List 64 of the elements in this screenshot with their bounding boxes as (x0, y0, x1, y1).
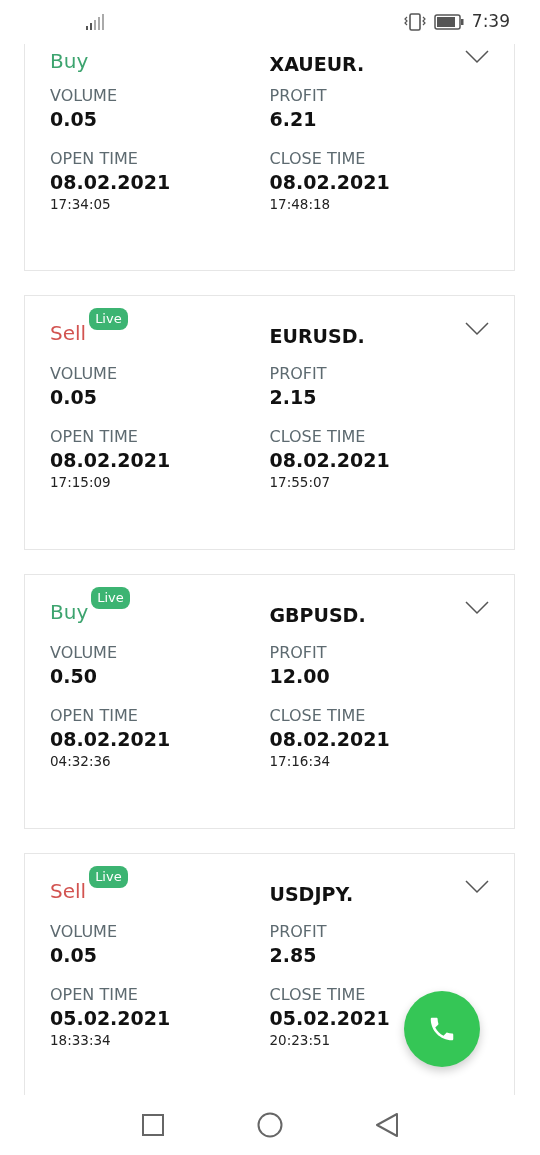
field-label: VOLUME (50, 85, 117, 107)
field-value: 2.15 (269, 386, 317, 409)
chevron-icon[interactable] (465, 601, 489, 615)
field-label: VOLUME (50, 363, 117, 385)
field-label: OPEN TIME (50, 983, 138, 1006)
time-value: 18:33:34 (50, 1030, 111, 1050)
time-value: 17:34:05 (50, 194, 111, 214)
field-label: VOLUME (50, 642, 117, 664)
date-value: 08.02.2021 (269, 170, 390, 194)
field-value: 2.85 (269, 944, 317, 967)
field-value: 0.05 (50, 944, 97, 967)
field-value: 12.00 (269, 665, 330, 688)
field-label: PROFIT (269, 642, 327, 664)
home-icon[interactable] (257, 1112, 283, 1138)
field-value: 0.50 (50, 665, 97, 688)
recent-apps-icon[interactable] (141, 1113, 165, 1137)
date-value: 08.02.2021 (269, 448, 390, 472)
field-label: VOLUME (50, 921, 117, 943)
clock-time: 7:39 (471, 10, 510, 34)
field-label: PROFIT (269, 363, 327, 385)
symbol-name: EURUSD. (269, 324, 365, 349)
symbol-name: USDJPY. (269, 882, 354, 907)
back-icon[interactable] (375, 1112, 399, 1138)
time-value: 04:32:36 (50, 751, 111, 771)
field-label: CLOSE TIME (269, 425, 366, 448)
trade-side: Sell (50, 878, 87, 905)
date-value: 05.02.2021 (50, 1006, 171, 1030)
field-label: PROFIT (269, 921, 327, 943)
vibrate-icon (403, 13, 426, 31)
date-value: 05.02.2021 (269, 1006, 390, 1030)
trade-side: Buy (50, 599, 89, 626)
live-badge: Live (89, 308, 128, 330)
chevron-icon[interactable] (465, 50, 489, 64)
field-label: OPEN TIME (50, 147, 138, 170)
time-value: 17:16:34 (269, 751, 331, 771)
field-value: 0.05 (50, 386, 97, 409)
trade-side: Sell (50, 320, 87, 347)
date-value: 08.02.2021 (50, 170, 171, 194)
symbol-name: GBPUSD. (269, 603, 366, 628)
trade-card[interactable]: Buy Live GBPUSD. VOLUME 0.50 PROFIT 12.00 OPEN TIME 08.02.2021 04:32:36 CLOSE TIME 08.02.2021 17:16:34 (24, 574, 515, 829)
date-value: 08.02.2021 (50, 448, 171, 472)
field-label: CLOSE TIME (269, 704, 366, 727)
time-value: 17:15:09 (50, 472, 111, 492)
time-value: 17:55:07 (269, 472, 331, 492)
field-label: OPEN TIME (50, 425, 138, 448)
date-value: 08.02.2021 (269, 727, 390, 751)
field-value: 6.21 (269, 108, 317, 131)
trade-card[interactable]: Sell Live EURUSD. VOLUME 0.05 PROFIT 2.15 OPEN TIME 08.02.2021 17:15:09 CLOSE TIME 08.02.2021 17:55:07 (24, 295, 515, 550)
date-value: 08.02.2021 (50, 727, 171, 751)
live-badge: Live (91, 587, 130, 609)
field-label: CLOSE TIME (269, 983, 366, 1006)
chevron-icon[interactable] (465, 880, 489, 894)
trade-side: Buy (50, 48, 89, 75)
field-value: 0.05 (50, 108, 97, 131)
chevron-icon[interactable] (465, 322, 489, 336)
field-label: OPEN TIME (50, 704, 138, 727)
field-label: PROFIT (269, 85, 327, 107)
symbol-name: XAUEUR. (269, 52, 365, 77)
trade-card[interactable]: Buy XAUEUR. VOLUME 0.05 PROFIT 6.21 OPEN TIME 08.02.2021 17:34:05 CLOSE TIME 08.02.2021 17:48:18 (24, 44, 515, 271)
time-value: 17:48:18 (269, 194, 331, 214)
field-label: CLOSE TIME (269, 147, 366, 170)
battery-icon (433, 14, 464, 30)
live-badge: Live (89, 866, 128, 888)
time-value: 20:23:51 (269, 1030, 331, 1050)
